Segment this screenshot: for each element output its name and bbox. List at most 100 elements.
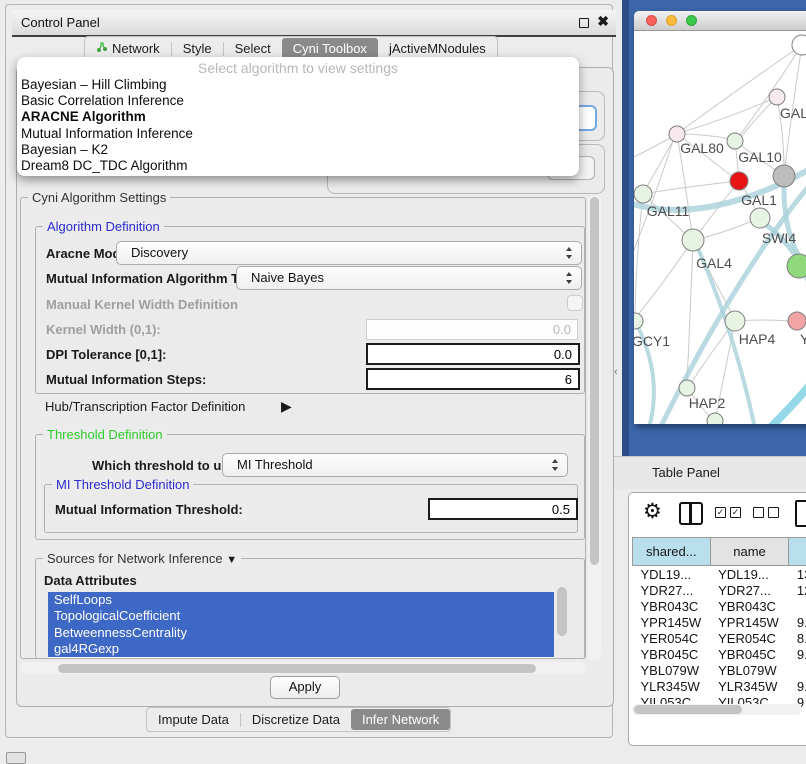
mi-steps-field[interactable]: 6 [366,368,580,390]
table-horizontal-scrollbar-track[interactable] [632,704,802,715]
settings-horizontal-scrollbar-track[interactable] [20,662,586,674]
table-row[interactable]: YDR27...YDR27...12 [633,582,806,598]
dropdown-item-dream8-dc-tdc-algorithm[interactable]: Dream8 DC_TDC Algorithm [17,158,579,174]
column-header-hidden[interactable] [789,538,806,566]
dropdown-item-basic-correlation-inference[interactable]: Basic Correlation Inference [17,93,579,109]
tab-select[interactable]: Select [224,38,282,59]
table-row[interactable]: YBR043CYBR043C [633,598,806,614]
manual-kernel-width-checkbox[interactable] [567,295,583,311]
tab-network[interactable]: Network [85,38,171,59]
checked-checkbox-icon[interactable]: ✓ [730,507,741,518]
splitpane-divider-arrow-icon[interactable]: ‹ [614,366,618,378]
collapsed-panel-button[interactable] [6,752,26,764]
node-table[interactable]: shared...name YDL19...YDL19...13YDR27...… [632,537,806,708]
data-attributes-list[interactable]: SelfLoopsTopologicalCoefficientBetweenne… [48,592,554,658]
apply-button[interactable]: Apply [270,676,340,699]
network-node-gal10[interactable] [727,133,743,149]
control-panel-titlebar[interactable]: Control Panel ✖ [12,10,616,37]
column-header-shared[interactable]: shared... [633,538,711,566]
stepper-arrows-icon [566,272,573,284]
gear-icon[interactable]: ⚙ [643,501,662,522]
network-window[interactable]: GALGAL80GAL10GAL1GAL11SWI4GAL4GCY1HAP4YH… [634,11,806,424]
unchecked-checkbox-icon[interactable] [753,507,764,518]
expand-triangle-icon[interactable]: ▶ [281,398,292,415]
node-label-gal4: GAL4 [696,255,732,271]
network-node-gray-node[interactable] [773,165,795,187]
dpi-tolerance-field[interactable]: 0.0 [366,343,580,365]
settings-horizontal-scrollbar-thumb[interactable] [58,664,536,673]
sources-group: Sources for Network Inference ▼ Data Att… [35,558,585,659]
table-cell: YDR27... [633,582,711,598]
sources-legend: Sources for Network Inference ▼ [43,551,241,566]
dropdown-item-aracne-algorithm[interactable]: ARACNE Algorithm [17,109,579,125]
network-node-bottom-partial[interactable] [707,413,723,424]
network-node-hap2[interactable] [679,380,695,396]
list-item-selfloops[interactable]: SelfLoops [48,592,554,608]
list-item-gal4rgexp[interactable]: gal4RGexp [48,641,554,657]
column-header-name[interactable]: name [710,538,789,566]
list-item-topologicalcoefficient[interactable]: TopologicalCoefficient [48,608,554,624]
table-row[interactable]: YER054CYER054C8. [633,630,806,646]
collapse-triangle-icon[interactable]: ▼ [226,554,237,566]
close-icon[interactable]: ✖ [597,13,609,30]
table-cell: YPR145W [633,614,711,630]
list-item-betweennesscentrality[interactable]: BetweennessCentrality [48,625,554,641]
split-columns-icon[interactable] [679,502,703,525]
table-cell: YDL19... [710,566,789,583]
network-node-bright-green[interactable] [787,254,806,278]
tab-cyni-toolbox[interactable]: Cyni Toolbox [282,38,378,59]
tab-jactivemnodules[interactable]: jActiveMNodules [378,38,497,59]
mi-algorithm-type-label: Mutual Information Algorithm Type: [46,271,265,286]
table-horizontal-scrollbar-thumb[interactable] [634,705,742,714]
table-row[interactable]: YDL19...YDL19...13 [633,566,806,583]
mi-threshold-field[interactable]: 0.5 [428,498,578,520]
list-scrollbar-thumb[interactable] [557,587,567,636]
tab-impute-data[interactable]: Impute Data [147,709,240,730]
mi-algorithm-type-select[interactable]: Naive Bayes [236,266,582,290]
settings-vertical-scrollbar-track[interactable] [588,195,601,661]
network-node-gal-pink[interactable] [769,89,785,105]
which-threshold-select[interactable]: MI Threshold [222,453,568,477]
cyni-algorithm-settings-group: Cyni Algorithm Settings Algorithm Defini… [20,197,586,659]
network-canvas[interactable]: GALGAL80GAL10GAL1GAL11SWI4GAL4GCY1HAP4YH… [634,30,806,424]
mi-steps-label: Mutual Information Steps: [46,372,206,387]
mi-threshold-definition-legend: MI Threshold Definition [52,477,193,492]
network-node-red-node[interactable] [730,172,748,190]
settings-vertical-scrollbar-thumb[interactable] [590,197,599,565]
table-row[interactable]: YBL079WYBL079W [633,662,806,678]
minimize-traffic-light[interactable] [666,15,677,26]
tab-infer-network[interactable]: Infer Network [351,709,450,730]
float-window-icon[interactable] [579,18,589,28]
node-label-gal11: GAL11 [647,203,690,219]
network-node-gal11[interactable] [634,185,652,203]
table-cell: YPR145W [710,614,789,630]
close-traffic-light[interactable] [646,15,657,26]
network-node-gal4[interactable] [682,229,704,251]
dropdown-item-bayesian-k2[interactable]: Bayesian – K2 [17,142,579,158]
zoom-traffic-light[interactable] [686,15,697,26]
dropdown-item-mutual-information-inference[interactable]: Mutual Information Inference [17,126,579,142]
network-node-hap4[interactable] [725,311,745,331]
table-cell: YLR345W [710,678,789,694]
tab-label: Cyni Toolbox [293,38,367,59]
kernel-width-field[interactable]: 0.0 [366,319,578,340]
dropdown-item-bayesian-hill-climbing[interactable]: Bayesian – Hill Climbing [17,77,579,93]
network-node-top-partial[interactable] [792,35,806,55]
document-icon[interactable] [795,500,806,527]
tab-style[interactable]: Style [172,38,223,59]
tab-label: Impute Data [158,709,229,730]
tab-label: jActiveMNodules [389,38,486,59]
aracne-mode-select[interactable]: Discovery [116,241,582,265]
table-row[interactable]: YBR045CYBR045C9. [633,646,806,662]
tab-discretize-data[interactable]: Discretize Data [241,709,351,730]
network-window-titlebar[interactable] [634,11,806,31]
table-row[interactable]: YLR345WYLR345W9. [633,678,806,694]
algorithm-definition-legend: Algorithm Definition [43,219,164,234]
network-node-salmon-node[interactable] [788,312,806,330]
checked-checkbox-icon[interactable]: ✓ [715,507,726,518]
network-node-gcy1[interactable] [634,313,643,329]
unchecked-checkbox-icon[interactable] [768,507,779,518]
network-node-gal1[interactable] [750,208,770,228]
table-cell: YLR345W [633,678,711,694]
table-row[interactable]: YPR145WYPR145W9. [633,614,806,630]
